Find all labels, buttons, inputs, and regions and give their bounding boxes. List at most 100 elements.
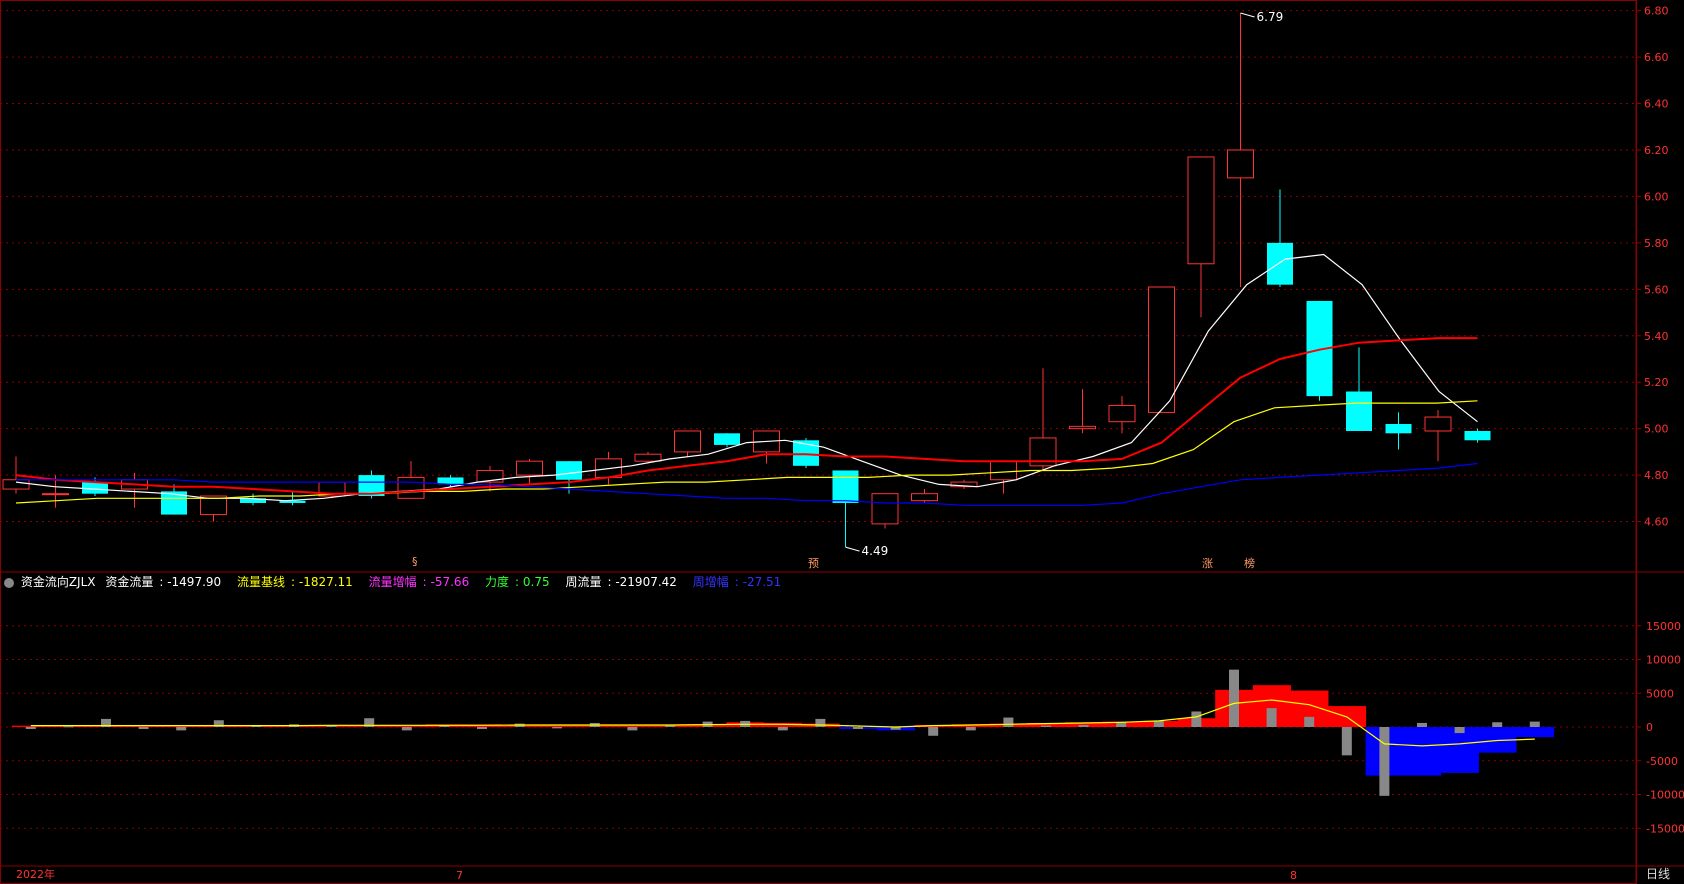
legend-flow-baseline: 流量基线: -1827.11 xyxy=(237,575,363,589)
daily-flow-bar xyxy=(1379,727,1389,796)
flow-tick-label: -5000 xyxy=(1646,755,1678,768)
event-marker-1: § xyxy=(412,555,418,568)
daily-flow-bar xyxy=(139,727,149,729)
legend-flow-increase: 流量增幅: -57.66 xyxy=(369,575,479,589)
event-marker-4: 榜 xyxy=(1244,555,1255,571)
price-tick-label: 4.60 xyxy=(1644,516,1669,529)
candle-body-up xyxy=(398,477,424,498)
candle-body-up xyxy=(1228,150,1254,178)
daily-flow-bar xyxy=(853,727,863,729)
candle-body-up xyxy=(517,461,543,475)
daily-flow-bar xyxy=(1116,722,1126,727)
daily-flow-bar xyxy=(966,727,976,730)
flow-tick-label: -15000 xyxy=(1646,822,1684,835)
daily-flow-bar xyxy=(1191,711,1201,727)
legend-strength: 力度: 0.75 xyxy=(485,575,559,589)
candle-body-down xyxy=(1346,392,1372,431)
candle-body-down xyxy=(833,470,859,503)
candle-body-up xyxy=(635,454,661,461)
candle-body-up xyxy=(872,494,898,524)
daily-flow-bar xyxy=(1079,725,1089,727)
daily-flow-bar xyxy=(1154,721,1164,727)
chart-root: 4.60 4.80 5.00 5.20 5.40 5.60 5.80 6.00 6.20 6.40… xyxy=(0,0,1684,884)
daily-flow-bar xyxy=(477,727,487,729)
daily-flow-bar xyxy=(1003,718,1013,727)
price-tick-label: 5.00 xyxy=(1644,423,1669,436)
daily-flow-bar xyxy=(627,727,637,730)
legend-weekly-flow: 周流量: -21907.42 xyxy=(565,575,686,589)
daily-flow-bar xyxy=(1304,717,1314,727)
daily-flow-bar xyxy=(815,719,825,727)
flow-tick-label: -10000 xyxy=(1646,789,1684,802)
daily-flow-bar xyxy=(63,726,73,727)
daily-flow-bar xyxy=(665,726,675,727)
price-tick-label: 5.80 xyxy=(1644,237,1669,250)
candle-body-up xyxy=(912,494,938,501)
date-label-month-7: 7 xyxy=(456,869,463,882)
candle-body-up xyxy=(1188,157,1214,264)
price-tick-label: 6.40 xyxy=(1644,98,1669,111)
daily-flow-bar xyxy=(1229,670,1239,727)
weekly-flow-bar xyxy=(1516,727,1554,737)
ma-line-ma20 xyxy=(16,338,1478,494)
daily-flow-bar xyxy=(1455,727,1465,733)
flow-tick-label: 5000 xyxy=(1646,687,1674,700)
date-label-month-8: 8 xyxy=(1290,869,1297,882)
chart-svg: 4.60 4.80 5.00 5.20 5.40 5.60 5.80 6.00 6.20 6.40… xyxy=(0,0,1684,884)
ma-line-ma60 xyxy=(16,464,1478,506)
daily-flow-bar xyxy=(1492,722,1502,727)
legend-fund-flow: 资金流量: -1497.90 xyxy=(105,575,231,589)
daily-flow-bar xyxy=(928,727,938,736)
flow-tick-label: 0 xyxy=(1646,721,1653,734)
candle-body-up xyxy=(675,431,701,452)
indicator-name: 资金流向ZJLX xyxy=(21,575,96,589)
candle-body-down xyxy=(1267,243,1293,285)
candle-body-up xyxy=(1149,287,1175,412)
daily-flow-bar xyxy=(402,727,412,730)
flow-tick-label: 15000 xyxy=(1646,620,1681,633)
daily-flow-bar xyxy=(176,727,186,730)
price-tick-label: 5.40 xyxy=(1644,330,1669,343)
price-annotation-pointer xyxy=(1241,13,1255,17)
candle-body-up xyxy=(991,461,1017,480)
ma-line-ma5 xyxy=(16,255,1478,501)
flow-tick-label: 10000 xyxy=(1646,654,1681,667)
event-marker-2: 预 xyxy=(808,555,819,571)
daily-flow-bar xyxy=(552,727,562,728)
price-tick-label: 6.00 xyxy=(1644,190,1669,203)
weekly-flow-bar xyxy=(1403,727,1441,776)
price-annotation-label: 6.79 xyxy=(1257,10,1284,24)
candle-body-down xyxy=(1465,431,1491,440)
price-annotation-label: 4.49 xyxy=(862,544,889,558)
candle-body-down xyxy=(714,433,740,445)
price-tick-label: 5.60 xyxy=(1644,283,1669,296)
price-tick-label: 5.20 xyxy=(1644,376,1669,389)
daily-flow-bar xyxy=(1342,727,1352,755)
price-tick-label: 4.80 xyxy=(1644,469,1669,482)
daily-flow-bar xyxy=(778,727,788,730)
daily-flow-bar xyxy=(1530,722,1540,727)
event-marker-3: 涨 xyxy=(1202,555,1213,571)
price-tick-label: 6.80 xyxy=(1644,5,1669,18)
period-selector[interactable]: 日线 xyxy=(1646,865,1670,882)
daily-flow-bar xyxy=(1417,723,1427,727)
candle-body-down xyxy=(556,461,582,480)
candle-body-up xyxy=(1109,405,1135,421)
daily-flow-bar xyxy=(1041,726,1051,727)
price-tick-label: 6.20 xyxy=(1644,144,1669,157)
daily-flow-bar xyxy=(26,727,36,729)
legend-weekly-increase: 周增幅: -27.51 xyxy=(693,575,788,589)
date-label-year: 2022年 xyxy=(16,866,55,882)
candle-body-up xyxy=(1425,417,1451,431)
candle-body-up xyxy=(1070,426,1096,428)
candle-body-up xyxy=(3,480,29,489)
candle-body-down xyxy=(82,482,108,494)
legend-dropdown-icon[interactable] xyxy=(4,578,14,588)
indicator-legend: 资金流向ZJLX 资金流量: -1497.90 流量基线: -1827.11 流… xyxy=(4,572,793,592)
candle-body-up xyxy=(43,494,69,495)
candle-body-down xyxy=(1386,424,1412,433)
daily-flow-bar xyxy=(1267,708,1277,727)
weekly-flow-bar xyxy=(1441,727,1479,773)
price-tick-label: 6.60 xyxy=(1644,51,1669,64)
price-annotation-pointer xyxy=(846,547,860,551)
